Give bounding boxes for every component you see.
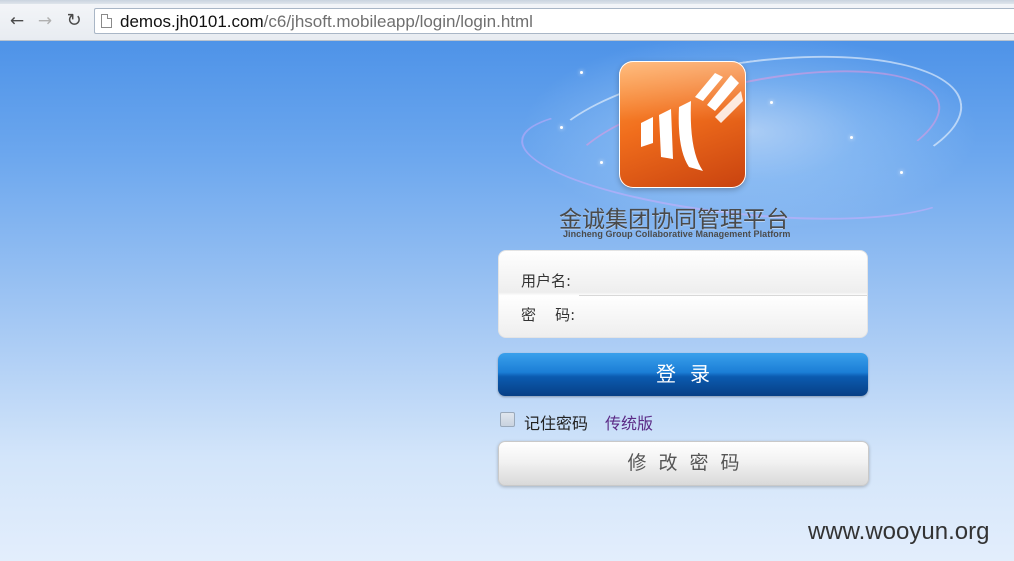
back-arrow-icon[interactable]: ← xyxy=(6,10,28,32)
login-page: 金诚集团协同管理平台 Jincheng Group Collaborative … xyxy=(0,41,1014,561)
url-host: demos.jh0101.com xyxy=(120,12,264,31)
reload-icon[interactable]: ↻ xyxy=(63,10,85,32)
remember-password-label[interactable]: 记住密码 xyxy=(524,410,588,434)
username-label: 用户名: xyxy=(521,272,572,290)
sparkle xyxy=(600,161,603,164)
login-form: 用户名: 密 码: xyxy=(498,250,868,338)
company-logo xyxy=(619,61,746,188)
sparkle xyxy=(560,126,563,129)
sparkle xyxy=(770,101,773,104)
login-button[interactable]: 登录 xyxy=(498,353,868,396)
sparkle xyxy=(900,171,903,174)
browser-toolbar: ← → ↻ demos.jh0101.com/c6/jhsoft.mobilea… xyxy=(0,0,1014,41)
address-bar[interactable]: demos.jh0101.com/c6/jhsoft.mobileapp/log… xyxy=(94,8,1014,34)
tab-strip xyxy=(0,0,1014,4)
forward-arrow-icon[interactable]: → xyxy=(34,10,56,32)
url-path: /c6/jhsoft.mobileapp/login/login.html xyxy=(263,12,533,31)
change-password-button[interactable]: 修改密码 xyxy=(498,441,869,486)
sparkle xyxy=(850,136,853,139)
logo-stripes-icon xyxy=(641,73,743,171)
url-text[interactable]: demos.jh0101.com/c6/jhsoft.mobileapp/log… xyxy=(120,12,533,32)
classic-version-link[interactable]: 传统版 xyxy=(605,410,653,434)
sparkle xyxy=(580,71,583,74)
page-document-icon xyxy=(101,14,112,28)
password-label: 密 码: xyxy=(521,306,576,324)
password-input[interactable] xyxy=(587,302,861,326)
username-input[interactable] xyxy=(587,268,861,292)
platform-subtitle: Jincheng Group Collaborative Management … xyxy=(563,229,791,239)
remember-password-checkbox[interactable] xyxy=(500,412,515,427)
form-divider xyxy=(579,295,867,296)
watermark: www.wooyun.org xyxy=(808,518,990,545)
